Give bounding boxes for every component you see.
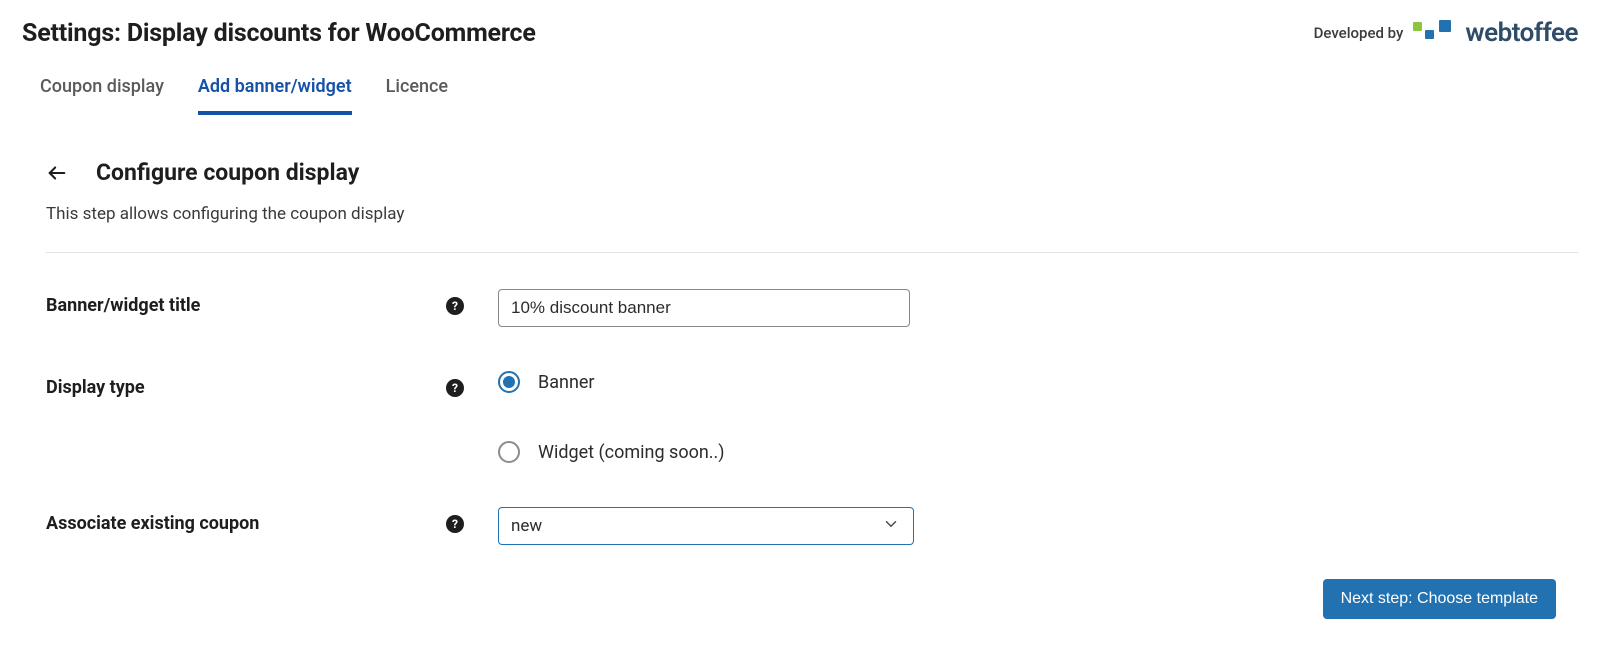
tabs-bar: Coupon display Add banner/widget Licence [22,76,1578,115]
radio-banner-label: Banner [538,372,595,393]
tab-coupon-display[interactable]: Coupon display [40,76,164,115]
webtoffee-mark-icon [1413,20,1457,46]
associate-coupon-select[interactable]: new [498,507,914,545]
section-description: This step allows configuring the coupon … [46,204,1578,224]
help-icon[interactable]: ? [446,379,464,397]
divider [46,252,1578,253]
banner-title-input[interactable] [498,289,910,327]
developed-by-block: Developed by webtoffee [1314,18,1578,48]
tab-add-banner-widget[interactable]: Add banner/widget [198,76,352,115]
help-icon[interactable]: ? [446,297,464,315]
next-step-button[interactable]: Next step: Choose template [1323,579,1556,619]
back-arrow-icon[interactable] [46,162,68,184]
label-display-type: Display type [46,371,446,398]
help-icon[interactable]: ? [446,515,464,533]
radio-widget-label: Widget (coming soon..) [538,442,725,463]
associate-coupon-value: new [511,516,542,536]
page-title: Settings: Display discounts for WooComme… [22,19,536,48]
tab-licence[interactable]: Licence [386,76,448,115]
label-banner-title: Banner/widget title [46,289,446,316]
label-associate-coupon: Associate existing coupon [46,507,446,534]
radio-widget[interactable] [498,441,520,463]
webtoffee-wordmark: webtoffee [1465,18,1578,48]
webtoffee-logo: webtoffee [1413,18,1578,48]
developed-by-label: Developed by [1314,24,1404,42]
section-title: Configure coupon display [96,159,359,186]
radio-banner[interactable] [498,371,520,393]
